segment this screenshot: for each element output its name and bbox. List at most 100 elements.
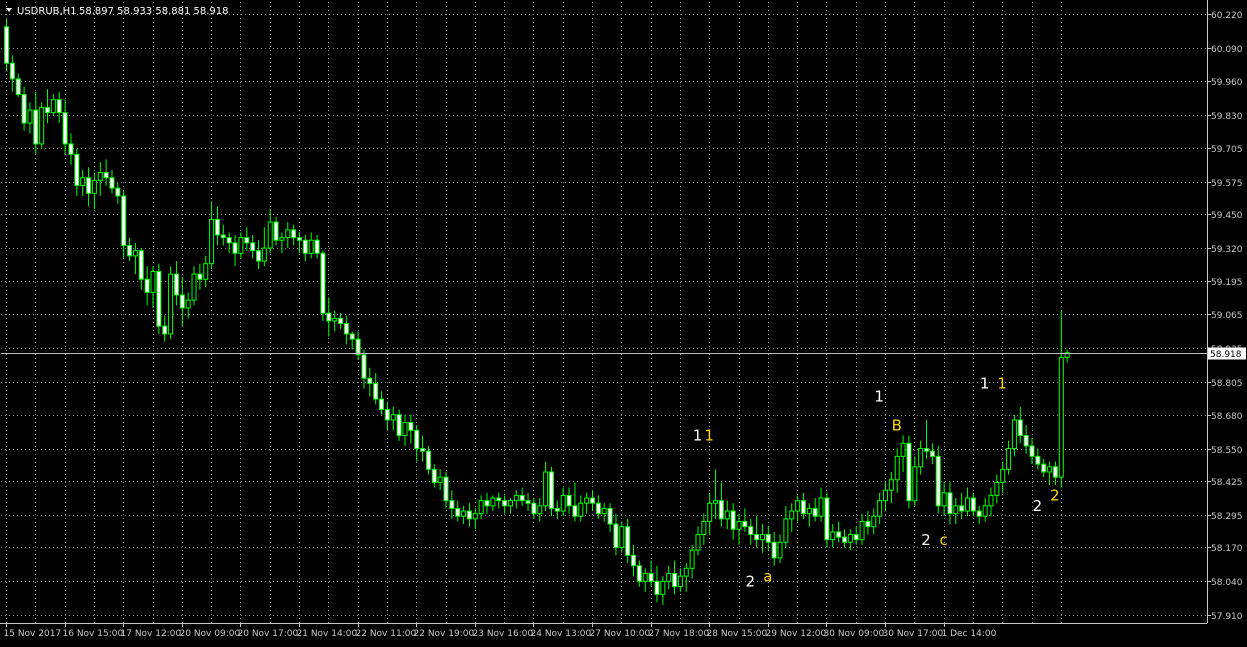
candle: [168, 266, 174, 340]
wave-label: a: [763, 567, 772, 585]
candle-body: [847, 533, 853, 543]
price-tick-label: 59.575: [1211, 179, 1243, 189]
price-tick-label: 60.220: [1211, 11, 1243, 21]
candle-body: [244, 237, 250, 244]
candle-body: [173, 273, 179, 296]
candle-body: [982, 505, 988, 517]
candle-body: [56, 99, 62, 114]
price-tick-label: 58.170: [1211, 544, 1243, 554]
candle-body: [156, 270, 162, 327]
candle-body: [660, 580, 666, 595]
candle-body: [683, 567, 689, 577]
candle: [156, 263, 162, 334]
candle-body: [226, 237, 232, 244]
candle: [906, 435, 912, 509]
candle-body: [642, 573, 648, 582]
candle-body: [554, 507, 560, 512]
time-tick-label: 16 Nov 15:00: [63, 629, 124, 639]
candle-body: [484, 500, 490, 507]
candle-body: [27, 109, 33, 124]
price-tick-label: 58.040: [1211, 578, 1243, 588]
candle-body: [384, 408, 390, 421]
candle-body: [1035, 455, 1041, 465]
candle-body: [900, 442, 906, 457]
price-tick-label: 59.705: [1211, 145, 1243, 155]
chart-canvas[interactable]: 1 12 a1B2 c1 122 60.22060.09059.96059.83059.…: [0, 0, 1247, 643]
time-tick-label: 22 Nov 19:00: [414, 629, 475, 639]
candle-body: [707, 502, 713, 522]
candle-body: [607, 507, 613, 525]
candle-body: [74, 153, 80, 187]
candle-body: [666, 573, 672, 582]
candle-body: [613, 523, 619, 548]
candle-body: [45, 106, 51, 114]
time-tick-label: 30 Nov 09:00: [824, 629, 885, 639]
candle-body: [695, 533, 701, 551]
candle-body: [425, 450, 431, 470]
candle-body: [355, 338, 361, 356]
time-tick-label: 27 Nov 10:00: [590, 629, 651, 639]
candle-body: [273, 221, 279, 241]
wave-label: 2: [1033, 497, 1043, 515]
candle-body: [209, 218, 215, 265]
candle-body: [203, 263, 209, 280]
candle-body: [39, 106, 45, 145]
candle-body: [812, 507, 818, 517]
candle-body: [343, 323, 349, 335]
candle-body: [349, 333, 355, 340]
candle-body: [771, 541, 777, 559]
candle-body: [718, 500, 724, 520]
candle-body: [214, 218, 220, 236]
wave-label: 2: [921, 531, 931, 549]
price-chart[interactable]: 112a1B2c1122 60.220 60.090 59.960 59.830 59.…: [0, 0, 1247, 643]
candle-body: [689, 549, 695, 569]
candle-body: [466, 510, 472, 520]
candle: [935, 445, 941, 514]
wave-label: 1: [980, 375, 990, 393]
candle-body: [279, 237, 285, 241]
price-tick-label: 59.065: [1211, 311, 1243, 321]
candle-body: [302, 239, 308, 254]
time-tick-label: 1 Dec 14:00: [942, 629, 997, 639]
candle-body: [924, 448, 930, 452]
candle-body: [121, 195, 127, 246]
candle-body: [408, 422, 414, 431]
candle-body: [841, 536, 847, 543]
time-tick-label: 23 Nov 16:00: [473, 629, 534, 639]
candle-body: [109, 177, 115, 189]
candle-body: [748, 526, 754, 535]
candle-body: [291, 229, 297, 239]
wave-label: 1: [997, 375, 1007, 393]
wave-label: B: [892, 416, 902, 434]
candle: [824, 492, 830, 548]
candle-body: [472, 513, 478, 520]
candle-body: [590, 497, 595, 504]
candle-body: [115, 187, 121, 197]
candle-body: [953, 505, 959, 515]
candle-body: [332, 317, 338, 322]
candle-body: [150, 270, 156, 293]
candle-body: [361, 354, 367, 379]
candle-body: [1029, 445, 1035, 457]
candle-body: [91, 179, 97, 194]
candle-body: [62, 112, 68, 145]
price-tick-label: 57.910: [1211, 612, 1243, 622]
wave-label: 2: [1050, 487, 1060, 505]
candle-body: [261, 247, 267, 262]
candle-body: [519, 494, 525, 502]
candle: [320, 250, 326, 321]
price-tick-label: 60.090: [1211, 45, 1243, 55]
candle-body: [1052, 466, 1058, 478]
candle-body: [543, 471, 549, 507]
candle-body: [759, 533, 765, 541]
candle-body: [507, 500, 513, 507]
candle-body: [267, 221, 273, 249]
candle-body: [80, 177, 86, 187]
candle-body: [308, 239, 314, 254]
time-tick-label: 17 Nov 12:00: [121, 629, 182, 639]
candle-body: [531, 502, 537, 515]
candle-body: [994, 481, 1000, 496]
candle-body: [144, 278, 150, 293]
candle-body: [865, 520, 871, 528]
candle-body: [250, 242, 256, 252]
